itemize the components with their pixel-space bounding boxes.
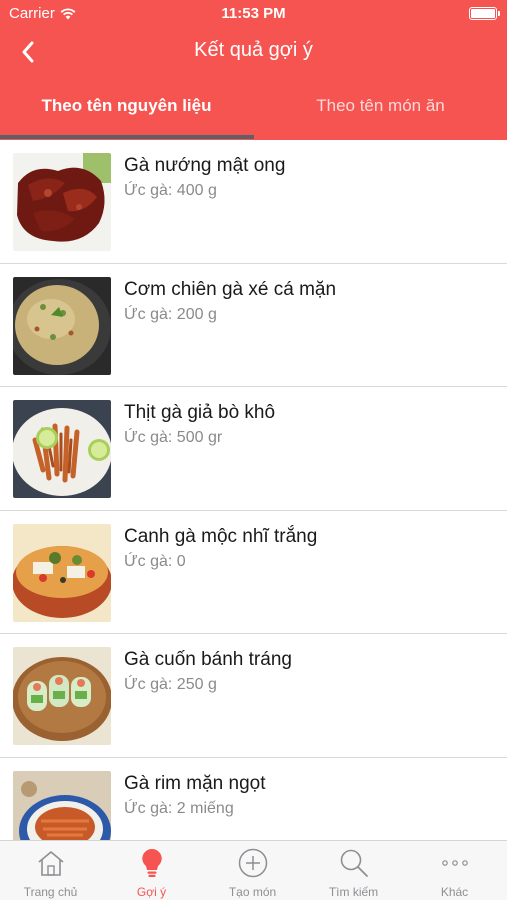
battery-icon (469, 7, 500, 20)
recipe-title: Thịt gà giả bò khô (124, 402, 276, 423)
lightbulb-icon (141, 848, 162, 877)
recipe-list[interactable]: Gà nướng mật ong Ức gà: 400 g Cơm chiên … (0, 140, 507, 840)
recipe-ingredient: Ức gà: 400 g (124, 182, 217, 199)
tab-suggest[interactable]: Gợi ý (101, 841, 202, 900)
list-item[interactable]: Thịt gà giả bò khô Ức gà: 500 gr (0, 387, 507, 511)
list-item[interactable]: Cơm chiên gà xé cá mặn Ức gà: 200 g (0, 264, 507, 387)
bottom-tab-bar: Trang chủ Gợi ý Tạo món Tìm kiếm Khác (0, 840, 507, 900)
back-button[interactable] (12, 36, 44, 68)
tab-selection-indicator (0, 135, 254, 139)
tab-home[interactable]: Trang chủ (0, 841, 101, 900)
search-icon (340, 849, 368, 877)
recipe-title: Cơm chiên gà xé cá mặn (124, 278, 337, 300)
tab-by-ingredient[interactable]: Theo tên nguyên liệu (0, 76, 253, 136)
app-screen: Carrier 11:53 PM Kết quả gợi ý Theo tên … (0, 0, 507, 900)
tab-by-dish-name[interactable]: Theo tên món ăn (254, 76, 507, 136)
recipe-ingredient: Ức gà: 200 g (124, 305, 217, 323)
chicken-jerky-photo (13, 400, 111, 498)
recipe-ingredient: Ức gà: 2 miếng (124, 799, 234, 817)
tab-label: Theo tên nguyên liệu (41, 96, 212, 115)
recipe-title: Gà nướng mật ong (124, 155, 286, 176)
spring-rolls-photo (13, 647, 111, 745)
recipe-ingredient: Ức gà: 0 (124, 552, 186, 570)
chicken-soup-photo (13, 523, 111, 622)
more-icon (441, 860, 468, 866)
tab-search[interactable]: Tìm kiếm (303, 841, 404, 900)
tab-create[interactable]: Tạo món (202, 841, 303, 900)
list-item[interactable]: Gà nướng mật ong Ức gà: 400 g (0, 140, 507, 264)
recipe-title: Gà cuốn bánh tráng (124, 649, 292, 670)
tab-label: Theo tên món ăn (316, 96, 445, 115)
tab-more-label: Khác (440, 885, 469, 899)
tab-suggest-label: Gợi ý (136, 885, 167, 899)
status-time: 11:53 PM (221, 5, 286, 22)
page-title: Kết quả gợi ý (194, 39, 313, 61)
tab-search-label: Tìm kiếm (328, 885, 379, 899)
segment-tabs: Theo tên nguyên liệu Theo tên món ăn (0, 76, 507, 140)
list-item[interactable]: Gà rim mặn ngọt Ức gà: 2 miếng (0, 758, 507, 840)
home-icon (37, 851, 64, 876)
recipe-ingredient: Ức gà: 500 gr (124, 429, 223, 446)
status-bar: Carrier 11:53 PM (0, 0, 507, 28)
list-item[interactable]: Canh gà mộc nhĩ trắng Ức gà: 0 (0, 511, 507, 634)
recipe-title: Canh gà mộc nhĩ trắng (124, 525, 318, 547)
tab-create-label: Tạo món (228, 885, 277, 899)
plus-circle-icon (238, 848, 267, 878)
fried-rice-photo (13, 276, 111, 375)
navigation-bar: Kết quả gợi ý (0, 28, 507, 76)
tab-more[interactable]: Khác (404, 841, 505, 900)
list-item[interactable]: Gà cuốn bánh tráng Ức gà: 250 g (0, 634, 507, 758)
recipe-title: Gà rim mặn ngọt (124, 772, 266, 794)
recipe-ingredient: Ức gà: 250 g (124, 676, 217, 693)
braised-chicken-photo (13, 770, 111, 840)
honey-grilled-chicken-photo (13, 153, 111, 251)
tab-home-label: Trang chủ (23, 885, 78, 899)
chevron-left-icon (22, 41, 34, 63)
